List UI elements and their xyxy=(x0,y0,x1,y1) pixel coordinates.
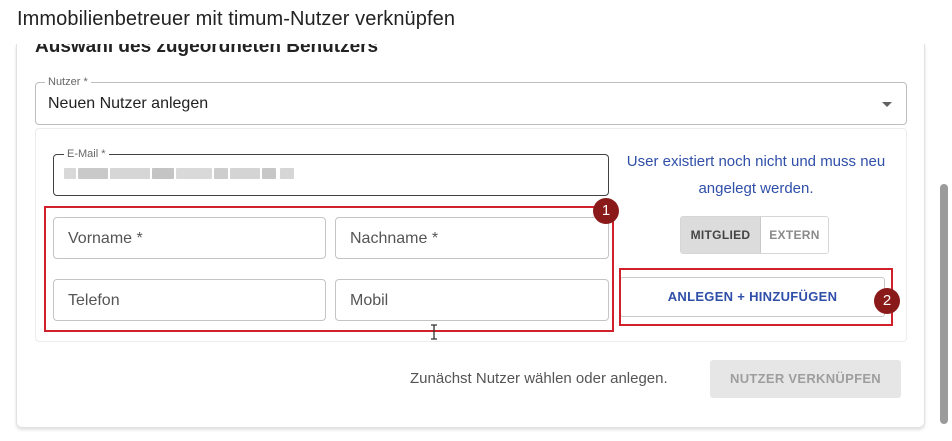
section-heading: Auswahl des zugeordneten Benutzers xyxy=(35,44,379,57)
email-field[interactable]: E-Mail * xyxy=(53,148,609,196)
dialog-content: Auswahl des zugeordneten Benutzers Nutze… xyxy=(16,44,925,428)
user-select-label: Nutzer * xyxy=(45,76,91,88)
footer-hint: Zunächst Nutzer wählen oder anlegen. xyxy=(410,370,668,387)
email-field-label: E-Mail * xyxy=(64,148,109,160)
dropdown-arrow-icon[interactable] xyxy=(882,102,892,107)
user-not-found-info: User existiert noch nicht und muss neu a… xyxy=(626,153,886,197)
scrollbar-thumb[interactable] xyxy=(940,184,948,424)
annotation-box-2 xyxy=(619,268,893,326)
toggle-member[interactable]: MITGLIED xyxy=(681,217,761,253)
dialog: Immobilienbetreuer mit timum-Nutzer verk… xyxy=(0,0,952,441)
text-cursor-icon xyxy=(431,324,437,340)
member-type-toggle: MITGLIED EXTERN xyxy=(680,216,829,254)
link-user-button[interactable]: NUTZER VERKNÜPFEN xyxy=(710,360,901,398)
user-select[interactable]: Nutzer * Neuen Nutzer anlegen xyxy=(35,76,907,125)
toggle-external[interactable]: EXTERN xyxy=(761,217,828,253)
dialog-title: Immobilienbetreuer mit timum-Nutzer verk… xyxy=(17,8,456,30)
annotation-box-1 xyxy=(44,206,614,332)
user-select-value: Neuen Nutzer anlegen xyxy=(48,95,209,112)
annotation-badge-2: 2 xyxy=(874,288,900,314)
annotation-badge-1: 1 xyxy=(593,198,619,224)
